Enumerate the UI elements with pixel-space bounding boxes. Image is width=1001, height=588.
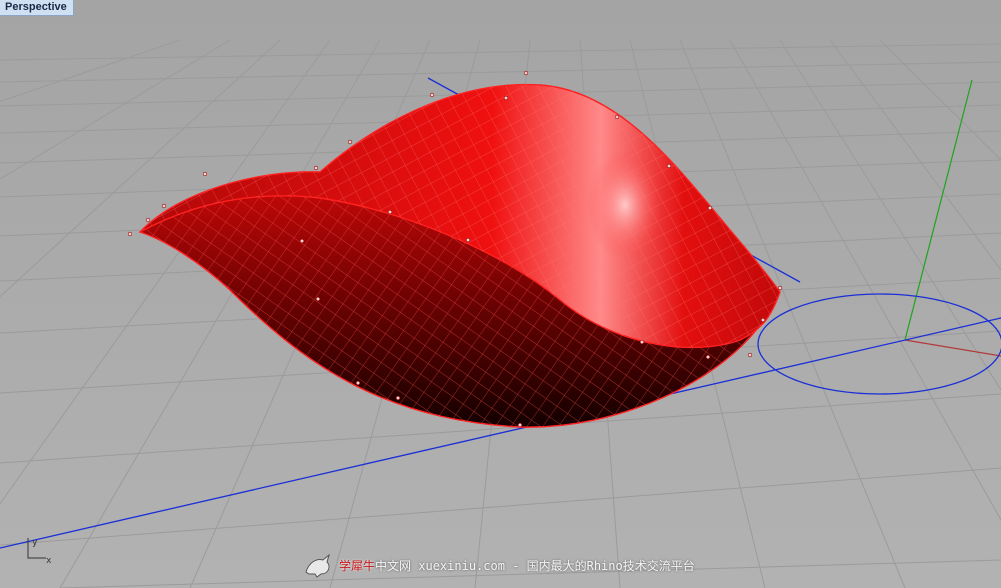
watermark: 学犀牛中文网 xuexiniu.com - 国内最大的Rhino技术交流平台 [303,552,695,578]
axis-x-label: x [46,556,52,566]
scene-canvas[interactable] [0,0,1001,588]
watermark-caption: 中文网 xuexiniu.com - 国内最大的Rhino技术交流平台 [375,558,695,573]
perspective-viewport[interactable]: Perspective y x 学犀牛中文网 xuexiniu.com - 国内… [0,0,1001,588]
surface-highlight [587,150,663,260]
watermark-text: 学犀牛中文网 xuexiniu.com - 国内最大的Rhino技术交流平台 [339,557,695,574]
y-axis-line [904,79,973,341]
rhino-icon [305,553,330,578]
viewport-title-tab[interactable]: Perspective [0,0,74,16]
x-axis-line [904,339,1001,357]
watermark-brand: 学犀牛 [339,558,376,573]
axis-y-label: y [32,538,38,548]
